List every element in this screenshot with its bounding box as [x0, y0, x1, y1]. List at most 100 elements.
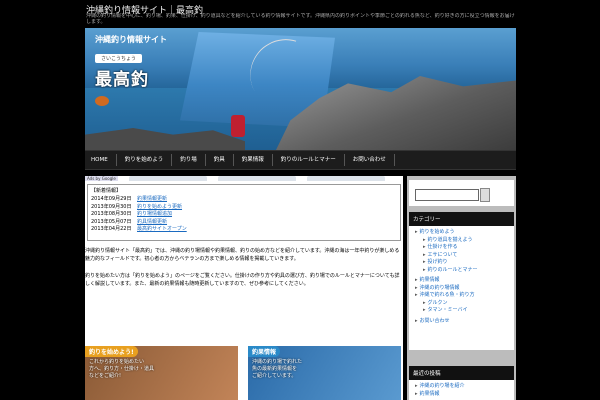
- recent-label: 沖縄の釣り場を紹介: [419, 383, 465, 389]
- arrow-icon: ▸: [415, 277, 418, 283]
- news-date: 2013年08月30日: [91, 211, 132, 217]
- sidebar-item-category[interactable]: ▸ 投げ釣り: [409, 259, 514, 267]
- banner-line: 方へ、釣り方・仕掛け・道具: [89, 366, 155, 372]
- news-link[interactable]: 釣果情報更新: [137, 196, 167, 204]
- category-label: 沖縄の釣り場情報: [419, 284, 460, 291]
- ads-label[interactable]: Ads by Google: [85, 176, 118, 181]
- category-label: 釣りを始めよう: [419, 229, 455, 235]
- nav-item-tackle[interactable]: 釣具: [206, 154, 234, 166]
- nav-item-spots[interactable]: 釣り場: [172, 154, 206, 166]
- header-banner[interactable]: 沖縄釣り情報サイト さいこうちょう 最高釣: [85, 28, 516, 150]
- list-item: 2013年04月22日 最高釣サイトオープン: [88, 226, 400, 234]
- news-date: 2013年04月22日: [91, 226, 132, 232]
- ad-link-bar: Ads by Google: [85, 176, 403, 182]
- logo-big-text: 最高釣: [95, 70, 149, 90]
- category-label: 投げ釣り: [427, 259, 448, 265]
- banner-line: などをご紹介!: [89, 373, 122, 379]
- list-item: 2013年09月30日 釣りを始めよう更新: [88, 204, 400, 212]
- sidebar-item-category[interactable]: ▸ 沖縄で釣れる魚・釣り方: [409, 292, 514, 300]
- category-label: 釣りのルールとマナー: [427, 266, 478, 273]
- nav-item-rules[interactable]: 釣りのルールとマナー: [273, 154, 345, 166]
- search-widget: [409, 180, 514, 206]
- list-item: 2013年08月30日 釣り場情報追加: [88, 211, 400, 219]
- ad-link-tab[interactable]: [307, 176, 385, 181]
- fish-mark-icon: [95, 96, 109, 106]
- search-button[interactable]: [480, 188, 490, 202]
- category-label: 仕掛けを作る: [427, 244, 458, 250]
- arrow-icon: ▸: [423, 299, 426, 306]
- sidebar-item-category[interactable]: ▸ 沖縄の釣り場情報: [409, 285, 514, 293]
- category-label: グルクン: [427, 299, 448, 306]
- news-link[interactable]: 最高釣サイトオープン: [137, 226, 187, 234]
- banner-line: これから釣りを始めたい: [89, 359, 145, 365]
- categories-widget: カテゴリー ▸ 釣りを始めよう ▸ 釣り道具を揃えよう ▸ 仕掛けを作る ▸ エサについ…: [409, 212, 514, 350]
- logo-sub-text: さいこうちょう: [95, 54, 143, 63]
- sidebar-item-recent[interactable]: ▸ 釣果情報: [409, 391, 514, 399]
- sidebar-item-recent[interactable]: ▸ 沖縄の釣り場を紹介: [409, 383, 514, 391]
- banner-heading: 釣果情報: [248, 346, 281, 357]
- list-item: 2014年09月29日 釣果情報更新: [88, 196, 400, 204]
- angler-figure: [231, 115, 245, 137]
- banner-heading: 釣りを始めよう!: [85, 346, 138, 357]
- arrow-icon: ▸: [423, 244, 426, 250]
- category-label: 釣り道具を揃えよう: [427, 236, 473, 243]
- sidebar-item-category[interactable]: ▸ エサについて: [409, 252, 514, 260]
- arrow-icon: ▸: [415, 284, 418, 291]
- nav-item-start[interactable]: 釣りを始めよう: [117, 154, 173, 166]
- site-description: 沖縄の釣り情報を中心に、釣り場、釣果、仕掛け、釣り道具などを紹介している釣り情報…: [86, 13, 515, 25]
- sidebar-item-category[interactable]: ▸ お問い合わせ: [409, 318, 514, 326]
- arrow-icon: ▸: [415, 229, 418, 235]
- arrow-icon: ▸: [423, 259, 426, 265]
- sidebar-item-category[interactable]: ▸ 仕掛けを作る: [409, 244, 514, 252]
- search-input[interactable]: [415, 189, 479, 201]
- news-date: 2013年09月30日: [91, 203, 132, 210]
- news-link[interactable]: 釣り場情報追加: [137, 211, 172, 219]
- sidebar-item-category[interactable]: ▸ タマン・ミーバイ: [409, 307, 514, 315]
- banner-line: 魚の最新釣果情報を: [252, 366, 298, 372]
- start-fishing-banner[interactable]: 釣りを始めよう! これから釣りを始めたい 方へ、釣り方・仕掛け・道具 などをご紹…: [85, 346, 238, 400]
- nav-item-results[interactable]: 釣果情報: [234, 154, 273, 166]
- sidebar: カテゴリー ▸ 釣りを始めよう ▸ 釣り道具を揃えよう ▸ 仕掛けを作る ▸ エサについ…: [407, 176, 516, 400]
- categories-title: カテゴリー: [409, 212, 514, 226]
- nav-item-contact[interactable]: お問い合わせ: [345, 154, 395, 166]
- main-content: Ads by Google 【新着情報】 2014年09月29日 釣果情報更新 …: [85, 176, 403, 400]
- recent-posts-widget: 最近の投稿 ▸ 沖縄の釣り場を紹介 ▸ 釣果情報: [409, 366, 514, 400]
- news-link[interactable]: 釣りを始めよう更新: [137, 204, 182, 212]
- ad-link-tab[interactable]: [129, 176, 207, 181]
- latest-news-box: 【新着情報】 2014年09月29日 釣果情報更新 2013年09月30日 釣り…: [87, 184, 401, 241]
- category-label: 沖縄で釣れる魚・釣り方: [419, 292, 475, 298]
- arrow-icon: ▸: [423, 236, 426, 243]
- category-label: お問い合わせ: [419, 317, 450, 324]
- sidebar-item-category[interactable]: ▸ 釣りのルールとマナー: [409, 267, 514, 275]
- main-nav: HOME 釣りを始めよう 釣り場 釣具 釣果情報 釣りのルールとマナー お問い合…: [85, 150, 516, 170]
- category-label: タマン・ミーバイ: [427, 307, 468, 313]
- sidebar-item-category[interactable]: ▸ 釣り道具を揃えよう: [409, 237, 514, 245]
- intro-paragraph: 沖縄釣り情報サイト「最高釣」では、沖縄の釣り場情報や釣果情報、釣りの始め方などを…: [85, 248, 400, 262]
- category-label: 釣果情報: [419, 277, 440, 283]
- guide-paragraph: 釣りを始めたい方は「釣りを始めよう」のページをご覧ください。仕掛けの作り方や釣具…: [85, 273, 400, 287]
- arrow-icon: ▸: [415, 292, 418, 298]
- banner-line: 沖縄の釣り場で釣れた: [252, 359, 303, 365]
- category-label: エサについて: [427, 251, 458, 258]
- arrow-icon: ▸: [423, 266, 426, 273]
- logo-main-text: 沖縄釣り情報サイト: [95, 35, 167, 44]
- news-link[interactable]: 釣具情報更新: [137, 219, 167, 227]
- arrow-icon: ▸: [423, 251, 426, 258]
- sidebar-item-category[interactable]: ▸ 釣果情報: [409, 277, 514, 285]
- ad-link-tab[interactable]: [218, 176, 296, 181]
- news-date: 2013年05月07日: [91, 218, 132, 225]
- arrow-icon: ▸: [415, 390, 418, 397]
- recent-posts-title: 最近の投稿: [409, 366, 514, 380]
- sidebar-item-category[interactable]: ▸ グルクン: [409, 300, 514, 308]
- banner-line: ご紹介しています。: [252, 373, 297, 379]
- sidebar-item-category[interactable]: ▸ 釣りを始めよう: [409, 229, 514, 237]
- list-item: 2013年05月07日 釣具情報更新: [88, 219, 400, 227]
- site-logo: 沖縄釣り情報サイト さいこうちょう 最高釣: [95, 34, 167, 90]
- fishing-results-banner[interactable]: 釣果情報 沖縄の釣り場で釣れた 魚の最新釣果情報を ご紹介しています。: [248, 346, 401, 400]
- arrow-icon: ▸: [415, 317, 418, 324]
- arrow-icon: ▸: [415, 383, 418, 389]
- banner-text: これから釣りを始めたい 方へ、釣り方・仕掛け・道具 などをご紹介!: [89, 359, 154, 380]
- nav-item-home[interactable]: HOME: [85, 154, 117, 166]
- arrow-icon: ▸: [423, 307, 426, 313]
- news-date: 2014年09月29日: [91, 196, 132, 202]
